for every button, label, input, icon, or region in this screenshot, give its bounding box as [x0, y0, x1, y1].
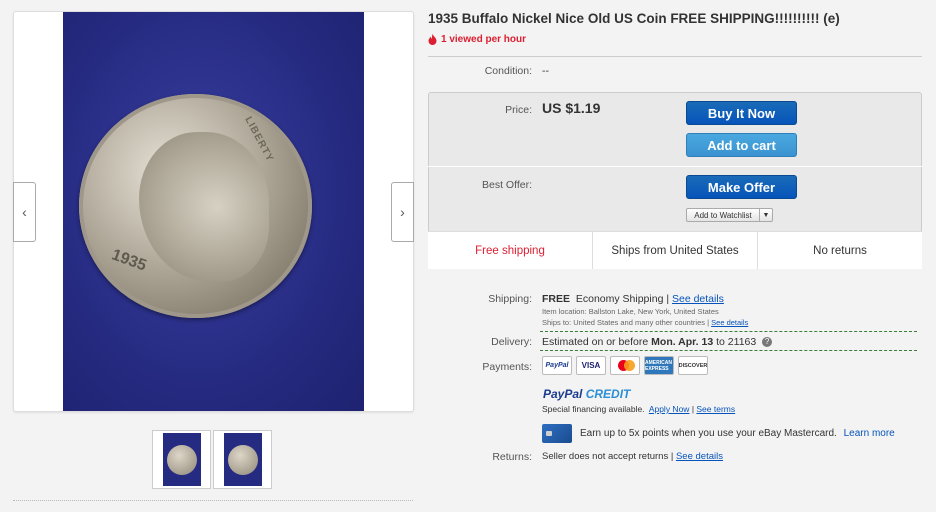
special-financing-text: Special financing available.	[542, 404, 645, 414]
returns-highlight: No returns	[813, 244, 867, 257]
shipping-summary: FREE Economy Shipping | See details	[542, 293, 724, 305]
apply-now-link[interactable]: Apply Now	[649, 404, 690, 414]
mastercard-logo-icon	[610, 356, 640, 375]
chevron-left-icon: ‹	[22, 204, 27, 220]
item-location: Item location: Ballston Lake, New York, …	[542, 307, 719, 316]
mastercard-promo-text: Earn up to 5x points when you use your e…	[580, 428, 837, 439]
best-offer-label: Best Offer:	[482, 179, 532, 191]
paypal-logo-icon: PayPal	[542, 356, 572, 375]
visa-logo-icon: VISA	[576, 356, 606, 375]
previous-image-button[interactable]: ‹	[13, 182, 36, 242]
thumbnail-2[interactable]	[213, 430, 272, 489]
condition-value: --	[542, 65, 549, 77]
thumbnail-1[interactable]	[152, 430, 211, 489]
watchlist-label: Add to Watchlist	[694, 210, 752, 220]
see-terms-link[interactable]: See terms	[696, 404, 735, 414]
main-photo[interactable]: LIBERTY 1935	[63, 12, 364, 411]
thumbnail-strip	[152, 430, 272, 489]
divider	[428, 166, 922, 167]
condition-label: Condition:	[484, 65, 532, 77]
ships-to-see-details-link[interactable]: See details	[711, 318, 748, 327]
highlights-strip: Free shipping Ships from United States N…	[428, 231, 922, 269]
mastercard-promo: Earn up to 5x points when you use your e…	[580, 428, 895, 439]
delivery-date: Mon. Apr. 13	[651, 336, 714, 348]
image-gallery: LIBERTY 1935 ‹ ›	[13, 11, 414, 412]
chevron-down-icon[interactable]: ▼	[759, 209, 772, 221]
paypal-credit-logo: PayPal CREDIT	[543, 387, 630, 401]
paypal-credit-label: CREDIT	[585, 387, 631, 401]
delivery-zip: to 21163	[716, 336, 757, 348]
price-label: Price:	[505, 104, 532, 116]
payments-label: Payments:	[482, 361, 532, 373]
chevron-right-icon: ›	[400, 204, 405, 220]
coin-image: LIBERTY 1935	[79, 94, 312, 318]
discover-logo-icon: DISCOVER	[678, 356, 708, 375]
next-image-button[interactable]: ›	[391, 182, 414, 242]
viewed-badge: 1 viewed per hour	[428, 34, 526, 45]
make-offer-button[interactable]: Make Offer	[686, 175, 797, 199]
learn-more-link[interactable]: Learn more	[844, 428, 895, 439]
ships-to-text: Ships to: United States and many other c…	[542, 318, 710, 327]
help-icon[interactable]: ?	[762, 337, 773, 348]
listing-title: 1935 Buffalo Nickel Nice Old US Coin FRE…	[428, 11, 840, 26]
shipping-label: Shipping:	[488, 293, 532, 305]
amex-logo-icon: AMERICAN EXPRESS	[644, 356, 674, 375]
special-financing: Special financing available. Apply Now |…	[542, 404, 736, 414]
delivery-estimate: Estimated on or before Mon. Apr. 13 to 2…	[542, 336, 773, 348]
free-shipping-highlight: Free shipping	[428, 232, 593, 269]
fire-icon	[428, 34, 437, 45]
ships-from-highlight: Ships from United States	[593, 232, 758, 269]
returns-text: Seller does not accept returns |	[542, 451, 674, 462]
returns-label: Returns:	[492, 451, 532, 463]
divider	[540, 331, 917, 332]
returns-policy: Seller does not accept returns | See det…	[542, 451, 723, 462]
shipping-method: Economy Shipping |	[575, 293, 670, 305]
delivery-label: Delivery:	[491, 336, 532, 348]
credit-card-icon	[542, 424, 572, 443]
add-to-cart-button[interactable]: Add to cart	[686, 133, 797, 157]
buy-it-now-button[interactable]: Buy It Now	[686, 101, 797, 125]
shipping-see-details-link[interactable]: See details	[672, 293, 724, 305]
price: US $1.19	[542, 100, 601, 116]
divider	[428, 56, 922, 57]
divider	[540, 350, 917, 351]
add-to-watchlist-button[interactable]: Add to Watchlist ▼	[686, 208, 773, 222]
delivery-text: Estimated on or before	[542, 336, 649, 348]
returns-see-details-link[interactable]: See details	[676, 451, 723, 462]
ships-to: Ships to: United States and many other c…	[542, 318, 748, 327]
shipping-free: FREE	[542, 293, 571, 305]
viewed-text: 1 viewed per hour	[441, 34, 527, 45]
paypal-credit-wordmark: PayPal	[543, 387, 583, 401]
divider	[13, 500, 413, 501]
coin-year: 1935	[109, 246, 149, 275]
payment-logos: PayPal VISA AMERICAN EXPRESS DISCOVER	[542, 356, 708, 375]
